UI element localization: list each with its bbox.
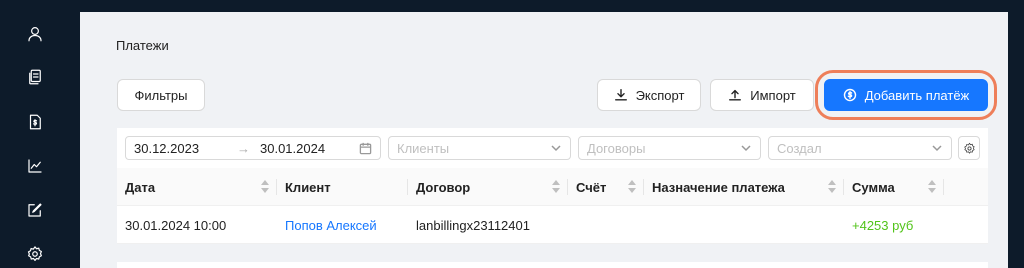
export-button[interactable]: Экспорт — [597, 79, 701, 111]
download-icon — [614, 89, 627, 101]
chevron-down-icon — [741, 145, 751, 152]
cell-date: 30.01.2024 10:00 — [125, 218, 227, 233]
column-header-date[interactable]: Дата — [117, 168, 277, 206]
contracts-select[interactable]: Договоры — [578, 136, 761, 160]
next-card — [117, 262, 988, 268]
user-icon[interactable] — [24, 23, 46, 45]
column-header-contract-label: Договор — [416, 179, 471, 195]
dollar-circle-icon — [843, 88, 856, 102]
column-divider — [943, 179, 944, 195]
created-by-select[interactable]: Создал — [768, 136, 952, 160]
import-button-label: Импорт — [750, 87, 796, 103]
chevron-down-icon — [932, 145, 942, 152]
clients-select-placeholder: Клиенты — [397, 140, 450, 156]
gear-icon — [963, 142, 975, 154]
column-header-invoice-label: Счёт — [576, 179, 607, 195]
table-header: Дата Клиент Договор Счёт Назначение плат… — [117, 168, 988, 206]
upload-icon — [729, 89, 742, 101]
clients-select[interactable]: Клиенты — [388, 136, 571, 160]
sort-icon[interactable] — [628, 180, 636, 194]
main-content: Платежи Фильтры Экспорт Импорт Добавить … — [80, 12, 1008, 268]
column-header-purpose-label: Назначение платежа — [652, 179, 785, 195]
date-from[interactable]: 30.12.2023 — [134, 141, 199, 156]
filters-button-label: Фильтры — [134, 87, 188, 103]
cell-purpose — [644, 207, 844, 244]
column-header-purpose[interactable]: Назначение платежа — [644, 168, 844, 206]
cell-client-link[interactable]: Попов Алексей — [277, 207, 408, 244]
column-header-contract[interactable]: Договор — [408, 168, 568, 206]
cell-contract: lanbillingx23112401 — [416, 218, 530, 233]
chevron-down-icon — [551, 145, 561, 152]
created-by-select-placeholder: Создал — [777, 140, 822, 156]
sort-icon[interactable] — [552, 180, 560, 194]
table-filter-row: 30.12.2023 → 30.01.2024 Клиенты Договоры… — [117, 128, 988, 168]
sidebar — [0, 0, 80, 268]
date-to[interactable]: 30.01.2024 — [260, 141, 325, 156]
filters-button[interactable]: Фильтры — [117, 79, 205, 111]
add-payment-button[interactable]: Добавить платёж — [824, 79, 988, 111]
export-button-label: Экспорт — [635, 87, 685, 103]
page-title: Платежи — [116, 38, 169, 53]
contracts-select-placeholder: Договоры — [587, 140, 646, 156]
date-range-arrow: → — [237, 140, 250, 156]
document-dollar-icon[interactable] — [24, 111, 46, 133]
table-row[interactable]: 30.01.2024 10:00 Попов Алексей lanbillin… — [117, 207, 988, 244]
column-header-date-label: Дата — [125, 179, 156, 195]
import-button[interactable]: Импорт — [710, 79, 814, 111]
sort-icon[interactable] — [828, 180, 836, 194]
settings-gear-icon[interactable] — [24, 243, 46, 265]
sort-icon[interactable] — [928, 180, 936, 194]
add-payment-button-label: Добавить платёж — [864, 87, 970, 103]
chart-line-icon[interactable] — [24, 155, 46, 177]
column-header-amount[interactable]: Сумма — [844, 168, 944, 206]
column-header-invoice[interactable]: Счёт — [568, 168, 644, 206]
table-settings-button[interactable] — [958, 136, 980, 160]
date-range-picker[interactable]: 30.12.2023 → 30.01.2024 — [125, 136, 381, 160]
payments-table: 30.12.2023 → 30.01.2024 Клиенты Договоры… — [117, 128, 988, 244]
documents-icon[interactable] — [24, 66, 46, 88]
cell-invoice — [568, 207, 644, 244]
calendar-icon — [359, 142, 372, 154]
edit-square-icon[interactable] — [24, 199, 46, 221]
column-header-client-label: Клиент — [285, 179, 331, 195]
column-header-amount-label: Сумма — [852, 179, 895, 195]
sort-icon[interactable] — [261, 180, 269, 194]
cell-amount: +4253 руб — [852, 218, 914, 233]
column-header-client[interactable]: Клиент — [277, 168, 408, 206]
